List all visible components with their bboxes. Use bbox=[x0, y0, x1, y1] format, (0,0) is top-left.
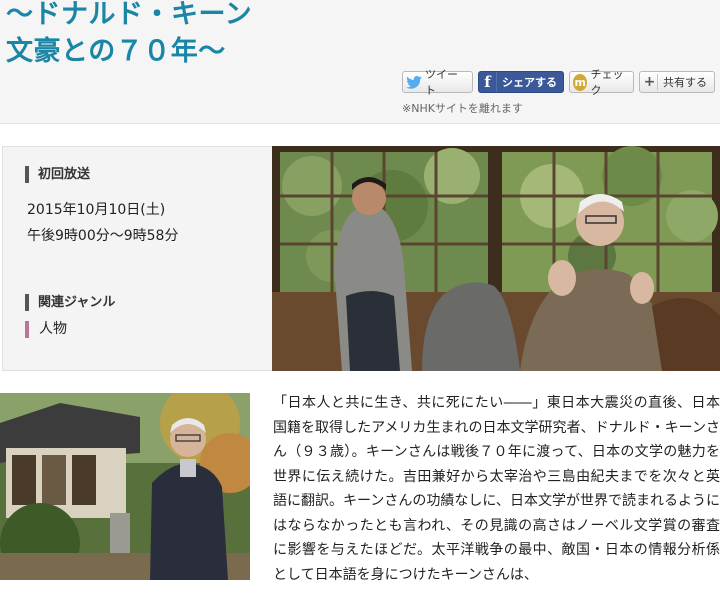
first-broadcast-heading: 初回放送 bbox=[25, 166, 90, 183]
external-site-note: ※NHKサイトを離れます bbox=[402, 102, 523, 115]
facebook-share-label: シェアする bbox=[502, 76, 557, 89]
more-share-label: 共有する bbox=[663, 76, 707, 89]
related-genre-heading: 関連ジャンル bbox=[25, 294, 115, 311]
program-title-line1: 〜ドナルド・キーン bbox=[6, 0, 253, 30]
facebook-f-icon: f bbox=[479, 72, 497, 92]
interview-photo bbox=[272, 146, 720, 371]
mixi-m-icon: m bbox=[573, 73, 588, 91]
broadcast-info-panel: 初回放送 2015年10月10日(土) 午後9時00分〜9時58分 関連ジャンル… bbox=[2, 146, 273, 371]
mixi-check-label: チェック bbox=[590, 68, 624, 97]
program-description: 「日本人と共に生き、共に死にたい――」東日本大震災の直後、日本国籍を取得したアメ… bbox=[273, 395, 720, 583]
facebook-share-button[interactable]: f シェアする bbox=[478, 71, 564, 93]
twitter-bird-icon bbox=[406, 75, 422, 89]
program-title-line2: 文豪との７０年〜 bbox=[6, 36, 226, 67]
program-title: 〜ドナルド・キーン 文豪との７０年〜 bbox=[6, 0, 252, 70]
plus-icon: + bbox=[642, 74, 658, 90]
genre-link-person[interactable]: 人物 bbox=[25, 321, 67, 338]
share-bar: ツイート f シェアする m チェック + 共有する bbox=[402, 68, 715, 97]
tweet-label: ツイート bbox=[425, 68, 458, 97]
mixi-check-button[interactable]: m チェック bbox=[569, 68, 634, 97]
broadcast-date: 2015年10月10日(土) bbox=[27, 202, 166, 218]
header-band: 〜ドナルド・キーン 文豪との７０年〜 ツイート f シェアする m チェック +… bbox=[0, 0, 720, 124]
tweet-button[interactable]: ツイート bbox=[402, 68, 473, 97]
more-share-button[interactable]: + 共有する bbox=[639, 71, 715, 93]
portrait-photo bbox=[0, 393, 250, 580]
broadcast-time: 午後9時00分〜9時58分 bbox=[27, 228, 179, 244]
